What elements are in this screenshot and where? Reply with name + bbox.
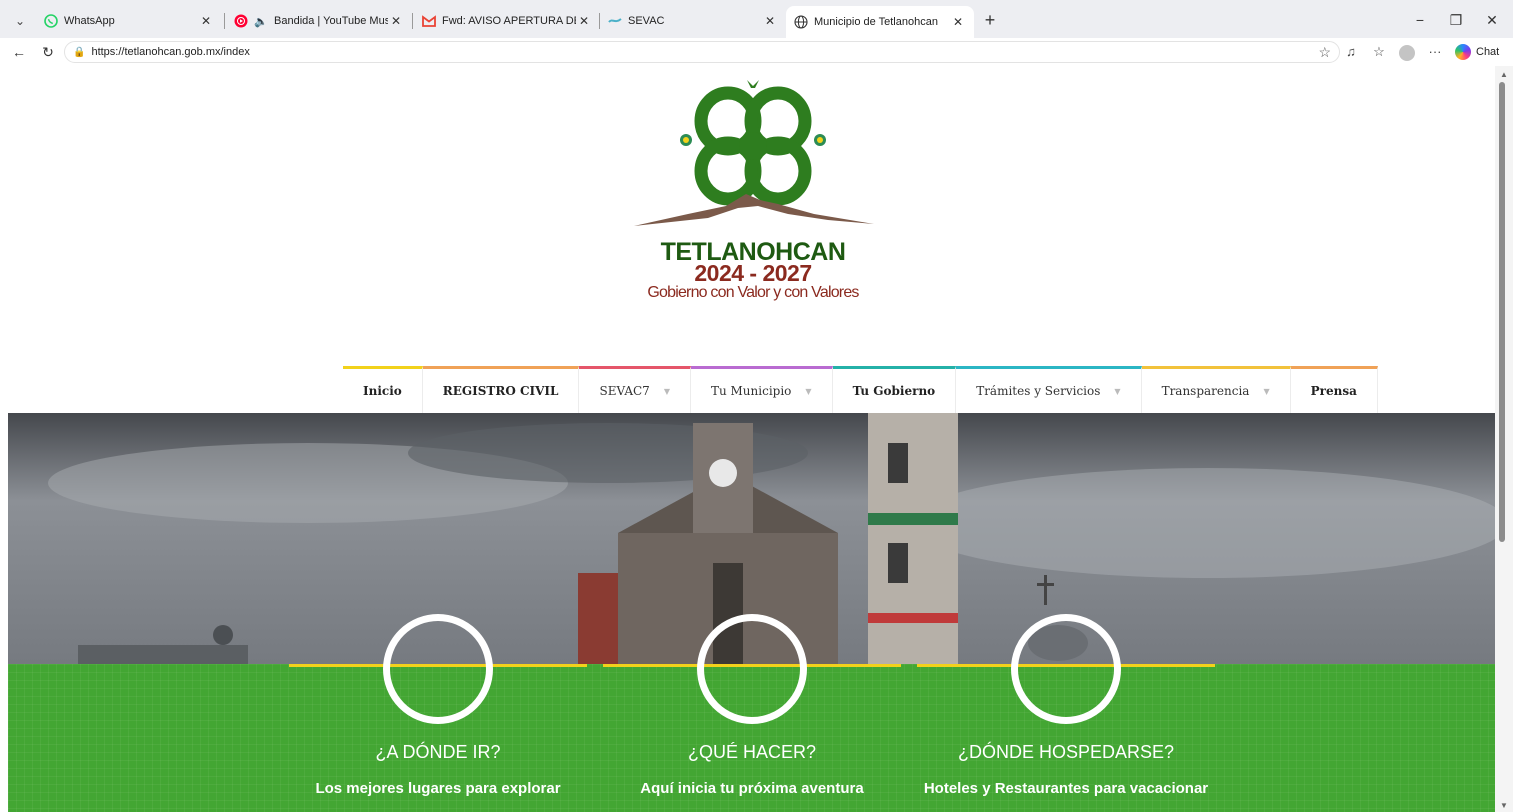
logo-emblem-icon: [634, 80, 874, 226]
tab-title: Municipio de Tetlanohcan: [814, 16, 938, 28]
profile-avatar-icon[interactable]: [1396, 41, 1418, 63]
nav-item-label: SEVAC7: [599, 384, 650, 398]
read-aloud-icon[interactable]: ♫: [1340, 41, 1362, 63]
feature-title[interactable]: ¿A DÓNDE IR?: [289, 742, 587, 763]
restore-icon[interactable]: ❐: [1441, 9, 1471, 31]
copilot-chat-button[interactable]: Chat: [1455, 41, 1499, 63]
copilot-icon: [1455, 44, 1471, 60]
youtube-music-icon: [234, 14, 248, 28]
nav-item-5[interactable]: Trámites y Servicios ▼: [956, 366, 1142, 413]
close-tab-icon[interactable]: ✕: [762, 14, 778, 28]
vertical-scrollbar[interactable]: ▲ ▼: [1495, 66, 1513, 812]
feature-circle-icon[interactable]: [697, 614, 807, 724]
browser-window: ⌄ WhatsApp ✕ 🔈 Bandida | YouTube Music ✕…: [0, 0, 1513, 812]
feature-title[interactable]: ¿QUÉ HACER?: [603, 742, 901, 763]
nav-item-label: Prensa: [1310, 384, 1357, 398]
dropdown-caret-icon: ▼: [1263, 386, 1270, 396]
scroll-thumb[interactable]: [1499, 82, 1505, 542]
tab-title: Fwd: AVISO APERTURA DE PLATAF: [442, 15, 576, 27]
feature-circle-icon[interactable]: [383, 614, 493, 724]
feature-subtitle: Los mejores lugares para explorar: [315, 780, 561, 797]
minimize-icon[interactable]: −: [1405, 9, 1435, 31]
close-tab-icon[interactable]: ✕: [388, 14, 404, 28]
nav-item-label: Trámites y Servicios: [976, 384, 1101, 398]
lock-icon[interactable]: 🔒: [73, 47, 85, 58]
feature-subtitle: Aquí inicia tu próxima aventura: [640, 780, 864, 797]
nav-item-label: Tu Municipio: [710, 384, 792, 398]
tab-title: WhatsApp: [64, 15, 115, 27]
nav-item-label: Inicio: [363, 384, 402, 398]
page-viewport: TETLANOHCAN 2024 - 2027 Gobierno con Val…: [8, 66, 1495, 812]
scroll-up-arrow-icon[interactable]: ▲: [1500, 70, 1508, 79]
feature-circle-icon[interactable]: [1011, 614, 1121, 724]
feature-subtitle: Hoteles y Restaurantes para vacacionar: [923, 780, 1209, 797]
logo-motto-text: Gobierno con Valor y con Valores: [647, 284, 859, 301]
url-text: https://tetlanohcan.gob.mx/index: [91, 46, 250, 58]
whatsapp-icon: [44, 14, 58, 28]
close-tab-icon[interactable]: ✕: [950, 15, 966, 29]
nav-item-6[interactable]: Transparencia ▼: [1141, 366, 1291, 413]
sevac-icon: [608, 14, 622, 28]
close-tab-icon[interactable]: ✕: [198, 14, 214, 28]
tab-title: Bandida | YouTube Music: [274, 15, 388, 27]
speaker-icon[interactable]: 🔈: [254, 14, 268, 28]
tab-title: SEVAC: [628, 15, 665, 27]
tab-sevac[interactable]: SEVAC ✕: [600, 6, 786, 36]
dropdown-caret-icon: ▼: [1114, 386, 1121, 396]
tab-gmail[interactable]: Fwd: AVISO APERTURA DE PLATAF ✕: [414, 6, 600, 36]
gmail-icon: [422, 14, 436, 28]
favorites-icon[interactable]: ☆: [1368, 41, 1390, 63]
logo-years-text: 2024 - 2027: [694, 260, 812, 286]
close-tab-icon[interactable]: ✕: [576, 14, 592, 28]
nav-item-1[interactable]: REGISTRO CIVIL: [422, 366, 580, 413]
address-bar[interactable]: 🔒 https://tetlanohcan.gob.mx/index ☆: [64, 41, 1340, 63]
tab-strip: ⌄ WhatsApp ✕ 🔈 Bandida | YouTube Music ✕…: [0, 0, 1513, 38]
nav-item-label: REGISTRO CIVIL: [442, 384, 559, 398]
tab-actions-menu-icon[interactable]: ⌄: [9, 10, 31, 32]
chat-label: Chat: [1476, 46, 1500, 58]
back-arrow-icon[interactable]: ←: [8, 41, 30, 63]
tab-separator: [224, 13, 225, 29]
tab-youtube-music[interactable]: 🔈 Bandida | YouTube Music ✕: [226, 6, 412, 36]
dropdown-caret-icon: ▼: [663, 386, 670, 396]
feature-card-2[interactable]: ¿DÓNDE HOSPEDARSE? Hoteles y Restaurantes…: [917, 614, 1215, 812]
tab-separator: [412, 13, 413, 29]
nav-item-7[interactable]: Prensa: [1290, 366, 1378, 413]
nav-item-2[interactable]: SEVAC7 ▼: [579, 366, 691, 413]
address-toolbar: ← ↻ 🔒 https://tetlanohcan.gob.mx/index ☆…: [0, 38, 1513, 66]
refresh-icon[interactable]: ↻: [37, 41, 59, 63]
nav-item-3[interactable]: Tu Municipio ▼: [690, 366, 833, 413]
globe-icon: [794, 15, 808, 29]
dropdown-caret-icon: ▼: [805, 386, 812, 396]
features-band: ¿A DÓNDE IR? Los mejores lugares para exp…: [8, 614, 1495, 812]
feature-card-0[interactable]: ¿A DÓNDE IR? Los mejores lugares para exp…: [289, 614, 587, 812]
main-navigation: Inicio REGISTRO CIVIL SEVAC7 ▼ Tu Municipio ▼…: [343, 366, 1378, 413]
municipal-logo[interactable]: TETLANOHCAN 2024 - 2027 Gobierno con Val…: [628, 76, 878, 301]
more-options-icon[interactable]: ···: [1424, 41, 1446, 63]
feature-title[interactable]: ¿DÓNDE HOSPEDARSE?: [917, 742, 1215, 763]
nav-item-label: Tu Gobierno: [852, 384, 936, 398]
new-tab-icon[interactable]: +: [980, 9, 1000, 31]
nav-item-0[interactable]: Inicio: [343, 366, 423, 413]
nav-item-4[interactable]: Tu Gobierno: [832, 366, 957, 413]
favorite-star-icon[interactable]: ☆: [1318, 44, 1331, 61]
nav-item-label: Transparencia: [1161, 384, 1250, 398]
tab-municipio-active[interactable]: Municipio de Tetlanohcan ✕: [786, 6, 974, 38]
close-window-icon[interactable]: ✕: [1477, 9, 1507, 31]
feature-card-1[interactable]: ¿QUÉ HACER? Aquí inicia tu próxima aventu…: [603, 614, 901, 812]
scroll-down-arrow-icon[interactable]: ▼: [1500, 801, 1508, 810]
tab-whatsapp[interactable]: WhatsApp ✕: [36, 6, 222, 36]
